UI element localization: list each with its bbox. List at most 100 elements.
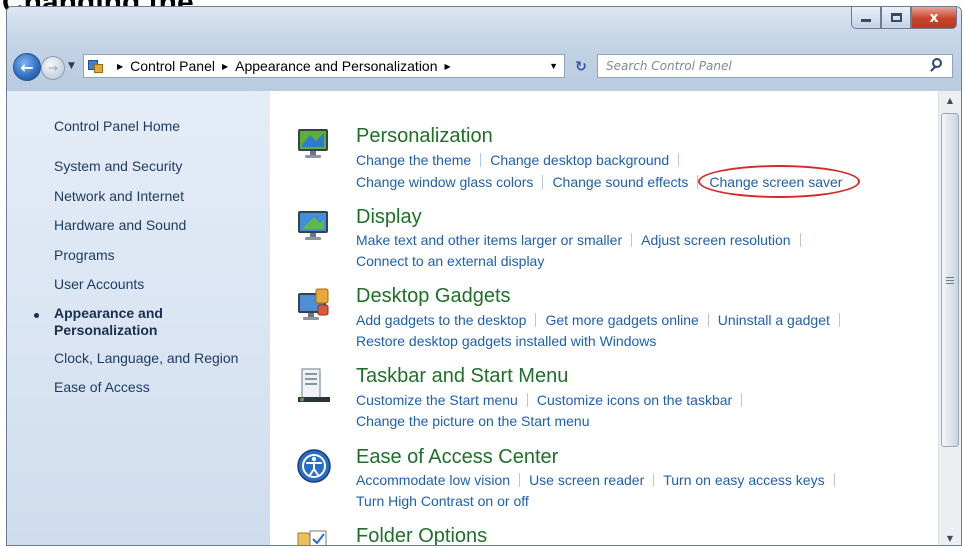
link-change-desktop-background[interactable]: Change desktop background [490,152,669,168]
active-bullet-icon [34,313,39,318]
personalization-icon [298,129,328,158]
navigation-row: ← → ▼ ▶ Control Panel ▶ Appearance and P… [7,51,961,83]
category-title-personalization[interactable]: Personalization [356,125,493,148]
link-make-text-larger[interactable]: Make text and other items larger or smal… [356,232,622,248]
scroll-thumb[interactable] [941,113,959,447]
sidebar-item-programs[interactable]: Programs [54,247,115,263]
close-button[interactable]: x [911,7,957,29]
link-separator [480,153,482,167]
scroll-up-button[interactable]: ▲ [939,91,961,109]
control-panel-icon [88,58,106,74]
refresh-button[interactable]: ↻ [569,56,593,78]
breadcrumb-arrow-icon[interactable]: ▶ [222,62,228,71]
link-change-sound-effects[interactable]: Change sound effects [552,174,688,190]
links-row: Accommodate low vision Use screen reader T… [356,472,844,488]
link-easy-access-keys[interactable]: Turn on easy access keys [663,472,824,488]
links-row: Customize the Start menu Customize icons … [356,392,751,408]
caption-buttons: x [851,7,957,29]
folder-options-icon [297,530,327,545]
category-title-display[interactable]: Display [356,206,422,229]
link-high-contrast[interactable]: Turn High Contrast on or off [356,493,529,509]
address-bar[interactable]: ▶ Control Panel ▶ Appearance and Persona… [83,54,565,78]
close-icon: x [929,9,939,26]
sidebar-item-system-security[interactable]: System and Security [54,158,182,174]
link-adjust-screen-resolution[interactable]: Adjust screen resolution [641,232,790,248]
back-arrow-icon: ← [20,57,34,77]
link-separator [838,313,840,327]
link-accommodate-low-vision[interactable]: Accommodate low vision [356,472,510,488]
minimize-button[interactable] [851,7,881,29]
link-customize-start-menu[interactable]: Customize the Start menu [356,392,518,408]
link-separator [519,473,521,487]
display-icon [298,211,328,240]
link-separator [535,313,537,327]
sidebar-item-user-accounts[interactable]: User Accounts [54,276,144,292]
link-restore-gadgets[interactable]: Restore desktop gadgets installed with W… [356,333,656,349]
link-change-theme[interactable]: Change the theme [356,152,471,168]
search-icon[interactable] [928,56,948,76]
links-row: Restore desktop gadgets installed with W… [356,333,656,349]
category-title-ease-of-access[interactable]: Ease of Access Center [356,446,558,469]
sidebar-item-label: Appearance and [54,305,163,321]
link-use-screen-reader[interactable]: Use screen reader [529,472,644,488]
chevron-down-icon: ▼ [946,533,954,543]
link-separator [542,175,544,189]
link-separator [707,313,709,327]
gadgets-icon [298,288,329,320]
breadcrumb-arrow-icon[interactable]: ▶ [445,62,451,71]
scroll-down-button[interactable]: ▼ [939,529,961,545]
category-title-desktop-gadgets[interactable]: Desktop Gadgets [356,285,511,308]
links-row: Change window glass colors Change sound e… [356,165,861,198]
links-row: Make text and other items larger or smal… [356,232,810,248]
links-row: Change the picture on the Start menu [356,413,589,429]
vertical-scrollbar[interactable]: ▲ ▼ [938,91,961,545]
taskbar-icon [298,368,330,402]
sidebar-item-ease-of-access[interactable]: Ease of Access [54,379,150,395]
forward-arrow-icon: → [47,61,59,75]
breadcrumb-arrow-icon[interactable]: ▶ [117,62,123,71]
category-title-folder-options[interactable]: Folder Options [356,525,487,545]
sidebar-item-label: Personalization [54,322,158,338]
link-separator [799,233,801,247]
search-input[interactable] [606,56,928,76]
highlight-circle: Change screen saver [698,165,861,198]
minimize-icon [861,19,871,22]
chevron-down-icon: ▼ [68,61,75,71]
maximize-button[interactable] [881,7,911,29]
recent-pages-dropdown[interactable]: ▼ [68,61,75,71]
search-box[interactable] [597,54,953,78]
chevron-up-icon: ▲ [946,95,954,105]
sidebar-item-network-internet[interactable]: Network and Internet [54,188,184,204]
sidebar-item-home[interactable]: Control Panel Home [54,118,180,134]
window-frame: x ← → ▼ ▶ Control Panel ▶ Appearance and… [7,7,961,91]
breadcrumb-appearance[interactable]: Appearance and Personalization [235,58,437,74]
link-separator [741,393,743,407]
link-add-gadgets[interactable]: Add gadgets to the desktop [356,312,526,328]
link-change-window-glass-colors[interactable]: Change window glass colors [356,174,533,190]
link-connect-external-display[interactable]: Connect to an external display [356,253,544,269]
sidebar-item-appearance[interactable]: Appearance and Personalization [54,305,163,339]
link-separator [526,393,528,407]
link-separator [631,233,633,247]
link-separator [653,473,655,487]
sidebar: Control Panel Home System and Security N… [7,91,270,545]
link-separator [678,153,680,167]
sidebar-item-clock-language[interactable]: Clock, Language, and Region [54,350,238,366]
link-separator [833,473,835,487]
link-change-start-picture[interactable]: Change the picture on the Start menu [356,413,589,429]
link-get-more-gadgets[interactable]: Get more gadgets online [545,312,698,328]
link-customize-taskbar-icons[interactable]: Customize icons on the taskbar [537,392,732,408]
address-dropdown-icon[interactable]: ▼ [549,61,558,71]
links-row: Change the theme Change desktop backgroun… [356,152,688,168]
forward-button[interactable]: → [41,56,65,80]
sidebar-item-hardware-sound[interactable]: Hardware and Sound [54,217,186,233]
control-panel-window: x ← → ▼ ▶ Control Panel ▶ Appearance and… [6,6,962,546]
ease-of-access-icon [297,449,331,483]
grip-icon [946,276,954,284]
back-button[interactable]: ← [13,53,41,81]
breadcrumb-control-panel[interactable]: Control Panel [130,58,215,74]
links-row: Add gadgets to the desktop Get more gadge… [356,312,849,328]
category-title-taskbar[interactable]: Taskbar and Start Menu [356,365,568,388]
link-uninstall-gadget[interactable]: Uninstall a gadget [718,312,830,328]
link-change-screen-saver[interactable]: Change screen saver [709,174,842,190]
